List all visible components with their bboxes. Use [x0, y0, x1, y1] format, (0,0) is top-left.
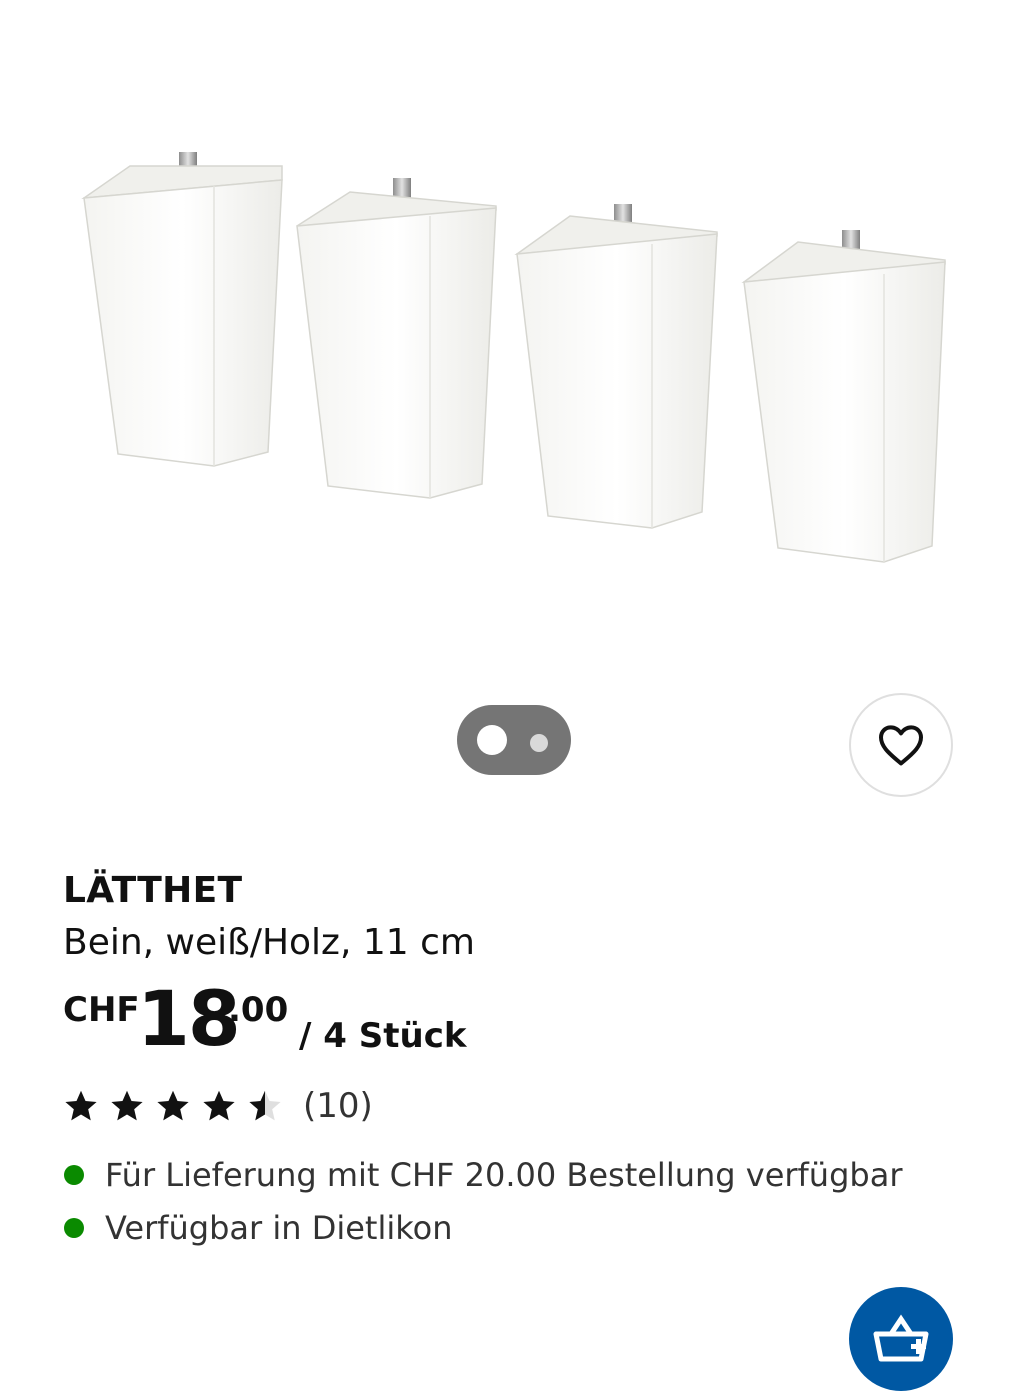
star-full-icon [157, 1090, 189, 1121]
star-half-icon [249, 1090, 281, 1121]
rating-count: (10) [303, 1086, 373, 1126]
leg-2 [296, 178, 497, 499]
price-unit: / 4 Stück [299, 1016, 467, 1056]
price-currency: CHF [63, 990, 140, 1030]
status-dot-icon [64, 1217, 84, 1238]
carousel-dot-active[interactable] [477, 725, 507, 755]
price-integer: 18 [137, 974, 241, 1063]
rating[interactable]: (10) [63, 1078, 373, 1134]
shopping-bag-add-icon [873, 1314, 929, 1362]
leg-4 [741, 230, 946, 563]
product-info: LÄTTHET Bein, weiß/Holz, 11 cm CHF 18 .0… [63, 866, 963, 1247]
carousel-indicator[interactable] [457, 705, 571, 775]
availability-store: Verfügbar in Dietlikon [63, 1201, 902, 1254]
star-full-icon [203, 1090, 235, 1121]
availability-list: Für Lieferung mit CHF 20.00 Bestellung v… [63, 1148, 902, 1254]
price-decimals: .00 [228, 990, 289, 1030]
heart-outline-icon [879, 725, 923, 766]
star-full-icon [111, 1090, 143, 1121]
product-gallery[interactable] [0, 0, 1027, 820]
status-dot-icon [64, 1164, 84, 1185]
rating-stars [63, 1088, 283, 1124]
product-name[interactable]: LÄTTHET [63, 866, 963, 916]
product-description: Bein, weiß/Holz, 11 cm [63, 922, 475, 963]
carousel-dot-inactive[interactable] [530, 734, 548, 752]
add-to-cart-button[interactable] [849, 1287, 953, 1391]
leg-3 [514, 204, 718, 529]
product-image [81, 152, 946, 563]
price: CHF 18 .00 / 4 Stück [63, 970, 963, 1063]
availability-delivery: Für Lieferung mit CHF 20.00 Bestellung v… [63, 1148, 902, 1201]
availability-text: Verfügbar in Dietlikon [105, 1208, 453, 1247]
favourite-button[interactable] [849, 693, 953, 797]
star-full-icon [65, 1090, 97, 1121]
leg-1 [81, 152, 283, 467]
availability-text: Für Lieferung mit CHF 20.00 Bestellung v… [105, 1155, 903, 1194]
